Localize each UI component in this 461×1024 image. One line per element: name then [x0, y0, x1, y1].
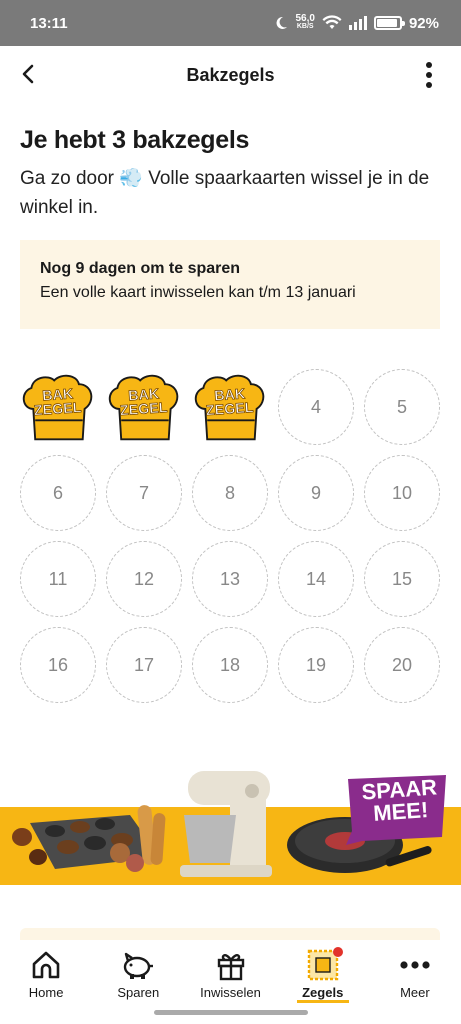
gift-icon — [213, 948, 249, 982]
slot-number: 15 — [391, 568, 413, 589]
svg-text:ZEGEL: ZEGEL — [205, 400, 254, 419]
moon-icon — [276, 16, 287, 29]
slot-number: 19 — [305, 654, 327, 675]
collected-stamp: BAK ZEGEL — [106, 369, 182, 445]
nav-item-meer[interactable]: Meer — [369, 940, 461, 1024]
empty-stamp-slot: 14 — [278, 541, 354, 617]
collected-stamp: BAK ZEGEL — [20, 369, 96, 445]
svg-text:ZEGEL: ZEGEL — [119, 400, 168, 419]
page-title: Bakzegels — [186, 64, 275, 85]
stand-mixer-image — [180, 771, 272, 877]
empty-stamp-slot: 8 — [192, 455, 268, 531]
slot-number: 11 — [48, 568, 68, 589]
badge-text: SPAAR MEE! — [351, 774, 450, 827]
notification-dot — [332, 947, 343, 957]
empty-stamp-slot: 18 — [192, 627, 268, 703]
nav-label-zegels: Zegels — [302, 985, 344, 1000]
empty-stamp-slot: 20 — [364, 627, 440, 703]
slot-number: 6 — [52, 482, 63, 503]
dot-icon — [426, 62, 432, 68]
slot-number: 16 — [47, 654, 69, 675]
dot-icon — [426, 72, 432, 78]
empty-stamp-slot: 5 — [364, 369, 440, 445]
collected-stamp: BAK ZEGEL — [192, 369, 268, 445]
slot-number: 10 — [391, 482, 413, 503]
gesture-bar — [154, 1010, 308, 1015]
bakzegel-stamp-icon: BAKZEGEL — [194, 374, 265, 441]
empty-stamp-slot: 19 — [278, 627, 354, 703]
bakzegel-stamp-icon: BAKZEGEL — [108, 374, 179, 441]
empty-stamp-slot: 15 — [364, 541, 440, 617]
piggy-bank-icon — [120, 948, 156, 982]
dot-icon — [426, 82, 432, 88]
nav-label-meer: Meer — [400, 985, 430, 1000]
empty-stamp-slot: 16 — [20, 627, 96, 703]
notice-text: Een volle kaart inwisselen kan t/m 13 ja… — [40, 284, 356, 301]
empty-stamp-slot: 10 — [364, 455, 440, 531]
slot-number: 4 — [310, 396, 321, 417]
deadline-notice: Nog 9 dagen om te sparen Een volle kaart… — [20, 240, 440, 329]
net-speed: 56,0 KB/S — [295, 13, 315, 31]
battery-percent: 92% — [408, 14, 439, 32]
slot-number: 7 — [138, 482, 149, 503]
back-button[interactable] — [14, 60, 42, 88]
status-bar: 13:11 56,0 KB/S 92% — [0, 0, 461, 46]
slot-number: 8 — [224, 482, 235, 503]
bakzegel-stamp-icon: BAKZEGEL — [22, 374, 93, 441]
stamp-icon — [305, 947, 343, 982]
slot-number: 14 — [305, 568, 327, 589]
signal-icon — [348, 16, 367, 30]
wifi-icon — [322, 15, 342, 29]
home-icon — [28, 948, 64, 982]
empty-stamp-slot: 12 — [106, 541, 182, 617]
empty-stamp-slot: 6 — [20, 455, 96, 531]
slot-number: 12 — [133, 568, 155, 589]
svg-text:ZEGEL: ZEGEL — [33, 400, 82, 419]
chevron-left-icon — [22, 64, 34, 84]
nav-item-home[interactable]: Home — [0, 940, 92, 1024]
nav-label-home: Home — [28, 985, 64, 1000]
slot-number: 17 — [133, 654, 155, 675]
promo-banner[interactable]: SPAAR MEE! — [0, 765, 461, 885]
wind-emoji-icon: 💨 — [119, 168, 143, 189]
empty-stamp-slot: 17 — [106, 627, 182, 703]
more-dots-icon — [397, 948, 433, 982]
empty-stamp-slot: 13 — [192, 541, 268, 617]
empty-stamp-slot: 4 — [278, 369, 354, 445]
status-time: 13:11 — [30, 14, 68, 32]
notice-title: Nog 9 dagen om te sparen — [40, 260, 241, 277]
slot-number: 13 — [219, 568, 241, 589]
stamp-count-heading: Je hebt 3 bakzegels — [20, 126, 250, 154]
nav-label-sparen: Sparen — [117, 985, 160, 1000]
battery-icon — [373, 16, 405, 30]
slot-number: 5 — [396, 396, 407, 417]
app-header: Bakzegels — [0, 46, 461, 104]
slot-number: 9 — [310, 482, 321, 503]
stamp-card-grid: BAK ZEGEL BAK ZEGEL BAK ZEGEL 4 5 6 7 8 9 10 11 12 13 14… — [20, 369, 442, 703]
slot-number: 20 — [391, 654, 413, 675]
empty-stamp-slot: 9 — [278, 455, 354, 531]
more-options-button[interactable] — [415, 60, 443, 90]
nav-label-inwisselen: Inwisselen — [200, 985, 261, 1000]
empty-stamp-slot: 11 — [20, 541, 96, 617]
empty-stamp-slot: 7 — [106, 455, 182, 531]
subtitle: Ga zo door 💨 Volle spaarkaarten wissel j… — [20, 168, 430, 218]
slot-number: 18 — [219, 654, 241, 675]
